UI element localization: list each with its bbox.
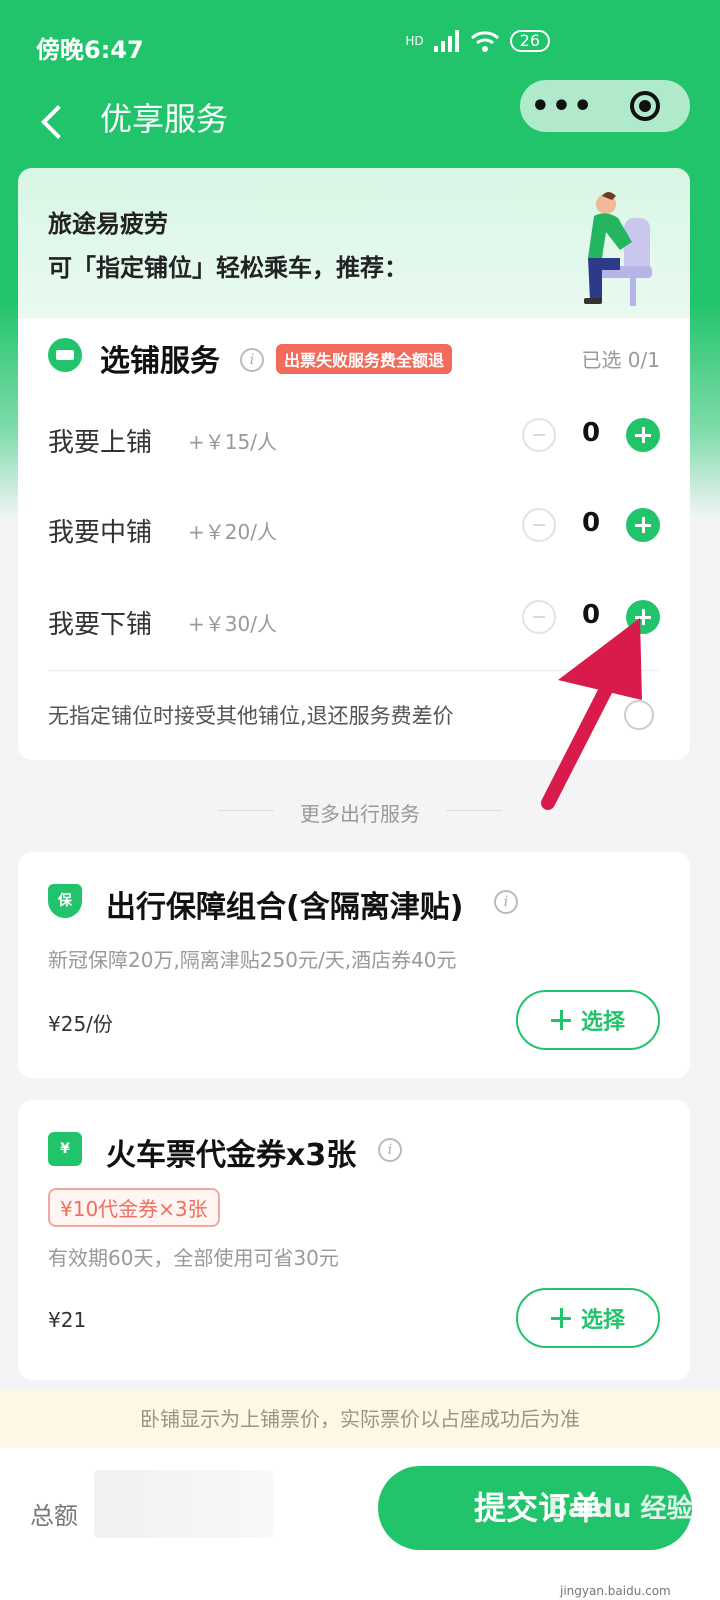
insurance-desc: 新冠保障20万,隔离津贴250元/天,酒店券40元 bbox=[48, 948, 457, 972]
resting-person-illustration bbox=[584, 192, 652, 306]
coupon-card: ¥ 火车票代金券x3张 i ¥10代金券×3张 有效期60天，全部使用可省30元… bbox=[18, 1100, 690, 1380]
total-label: 总额 bbox=[30, 1502, 78, 1530]
increase-upper-button[interactable] bbox=[626, 418, 660, 452]
nav-bar: 优享服务 ••• bbox=[0, 80, 720, 170]
coupon-title: 火车票代金券x3张 bbox=[106, 1138, 357, 1173]
berth-label: 我要下铺 bbox=[48, 610, 153, 640]
refund-badge: 出票失败服务费全额退 bbox=[276, 344, 453, 374]
decrease-middle-button[interactable] bbox=[522, 508, 556, 542]
info-icon[interactable]: i bbox=[378, 1138, 402, 1162]
miniapp-capsule: ••• bbox=[520, 80, 690, 132]
shield-icon: 保 bbox=[48, 884, 82, 918]
back-button[interactable] bbox=[36, 94, 76, 144]
baidu-watermark-url: jingyan.baidu.com bbox=[560, 1584, 671, 1598]
berth-price: +￥15/人 bbox=[188, 430, 277, 454]
insurance-title: 出行保障组合(含隔离津贴) bbox=[106, 890, 464, 925]
promo-line1: 旅途易疲劳 bbox=[48, 210, 168, 238]
plus-icon bbox=[550, 1308, 571, 1328]
coupon-desc: 有效期60天，全部使用可省30元 bbox=[48, 1246, 339, 1270]
info-icon[interactable]: i bbox=[240, 348, 264, 372]
insurance-card: 保 出行保障组合(含隔离津贴) i 新冠保障20万,隔离津贴250元/天,酒店券… bbox=[18, 852, 690, 1078]
wifi-icon bbox=[470, 31, 499, 52]
berth-row-middle: 我要中铺 +￥20/人 0 bbox=[18, 486, 690, 576]
bed-icon bbox=[48, 338, 82, 372]
berth-row-upper: 我要上铺 +￥15/人 0 bbox=[18, 396, 690, 486]
network-label: HD bbox=[405, 34, 424, 48]
berth-price: +￥20/人 bbox=[188, 520, 277, 544]
promo-line2: 可「指定铺位」轻松乘车，推荐： bbox=[48, 254, 408, 282]
coupon-tag: ¥10代金券×3张 bbox=[48, 1188, 220, 1227]
promo-banner: 旅途易疲劳 可「指定铺位」轻松乘车，推荐： bbox=[18, 168, 690, 318]
page-title: 优享服务 bbox=[100, 100, 229, 138]
signal-icon bbox=[433, 30, 460, 52]
choose-label: 选择 bbox=[580, 1010, 625, 1035]
coupon-price: ¥21 bbox=[48, 1308, 87, 1332]
more-icon[interactable]: ••• bbox=[520, 89, 605, 124]
info-icon[interactable]: i bbox=[494, 890, 518, 914]
selected-count: 已选 0/1 bbox=[581, 348, 660, 372]
insurance-choose-button[interactable]: 选择 bbox=[516, 990, 660, 1050]
battery-icon: 26 bbox=[509, 30, 550, 52]
decrease-upper-button[interactable] bbox=[522, 418, 556, 452]
qty-middle: 0 bbox=[581, 508, 601, 538]
more-services-title: 更多出行服务 bbox=[300, 802, 420, 826]
baidu-watermark: Baidu 经验 bbox=[548, 1494, 693, 1524]
qty-upper: 0 bbox=[581, 418, 601, 448]
more-services-divider: 更多出行服务 bbox=[0, 796, 720, 826]
increase-middle-button[interactable] bbox=[626, 508, 660, 542]
coupon-icon: ¥ bbox=[48, 1132, 82, 1166]
status-icons: HD 26 bbox=[405, 30, 550, 52]
choose-label: 选择 bbox=[580, 1308, 625, 1333]
plus-icon bbox=[550, 1010, 571, 1030]
fare-notice: 卧铺显示为上铺票价，实际票价以占座成功后为准 bbox=[0, 1390, 720, 1448]
berth-section-header: 选铺服务 i 出票失败服务费全额退 已选 0/1 bbox=[18, 318, 690, 398]
insurance-price: ¥25/份 bbox=[48, 1012, 113, 1036]
berth-price: +￥30/人 bbox=[188, 612, 277, 636]
close-miniapp-icon[interactable] bbox=[630, 91, 660, 121]
status-time: 傍晚6:47 bbox=[36, 36, 144, 64]
coupon-choose-button[interactable]: 选择 bbox=[516, 1288, 660, 1348]
berth-label: 我要中铺 bbox=[48, 518, 153, 548]
total-amount-blurred bbox=[94, 1470, 274, 1538]
bottom-bar: 总额 提交订单 Baidu 经验 jingyan.baidu.com bbox=[0, 1448, 720, 1600]
berth-label: 我要上铺 bbox=[48, 428, 153, 458]
accept-other-berth-text: 无指定铺位时接受其他铺位,退还服务费差价 bbox=[48, 704, 454, 728]
status-bar: 傍晚6:47 HD 26 bbox=[0, 0, 720, 80]
annotation-arrow bbox=[541, 618, 642, 810]
berth-section-title: 选铺服务 bbox=[100, 344, 220, 379]
